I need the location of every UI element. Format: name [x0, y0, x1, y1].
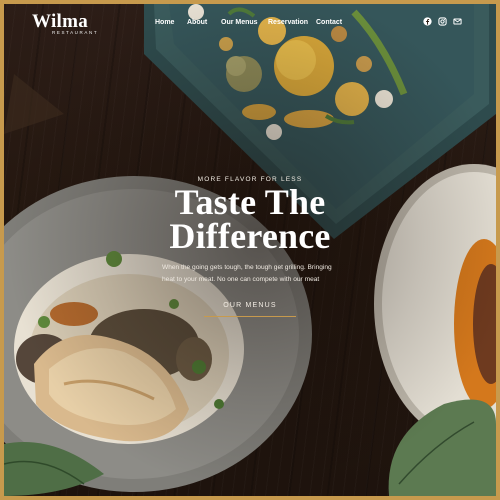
- instagram-icon[interactable]: [438, 17, 447, 26]
- cta-underline: [204, 316, 296, 317]
- email-icon[interactable]: [453, 17, 462, 26]
- hero-headline-line2: Difference: [169, 216, 331, 256]
- main-nav: Home About Our Menus Reservation Contact: [153, 19, 344, 26]
- logo[interactable]: Wilma RESTAURANT: [32, 11, 99, 36]
- logo-name: Wilma: [32, 11, 89, 32]
- logo-subtitle: RESTAURANT: [52, 30, 99, 35]
- nav-item-home[interactable]: Home: [153, 19, 185, 26]
- nav-item-contact[interactable]: Contact: [314, 19, 344, 26]
- hero: MORE FLAVOR FOR LESS Taste The Differenc…: [150, 176, 350, 256]
- facebook-icon[interactable]: [423, 17, 432, 26]
- nav-item-reservation[interactable]: Reservation: [266, 19, 314, 26]
- our-menus-button[interactable]: OUR MENUS: [210, 299, 290, 315]
- hero-headline-line1: Taste The: [174, 182, 326, 222]
- nav-item-our-menus[interactable]: Our Menus: [219, 19, 266, 26]
- hero-description: When the going gets tough, the tough get…: [162, 264, 332, 283]
- social-links: [423, 17, 462, 26]
- nav-item-about[interactable]: About: [185, 19, 219, 26]
